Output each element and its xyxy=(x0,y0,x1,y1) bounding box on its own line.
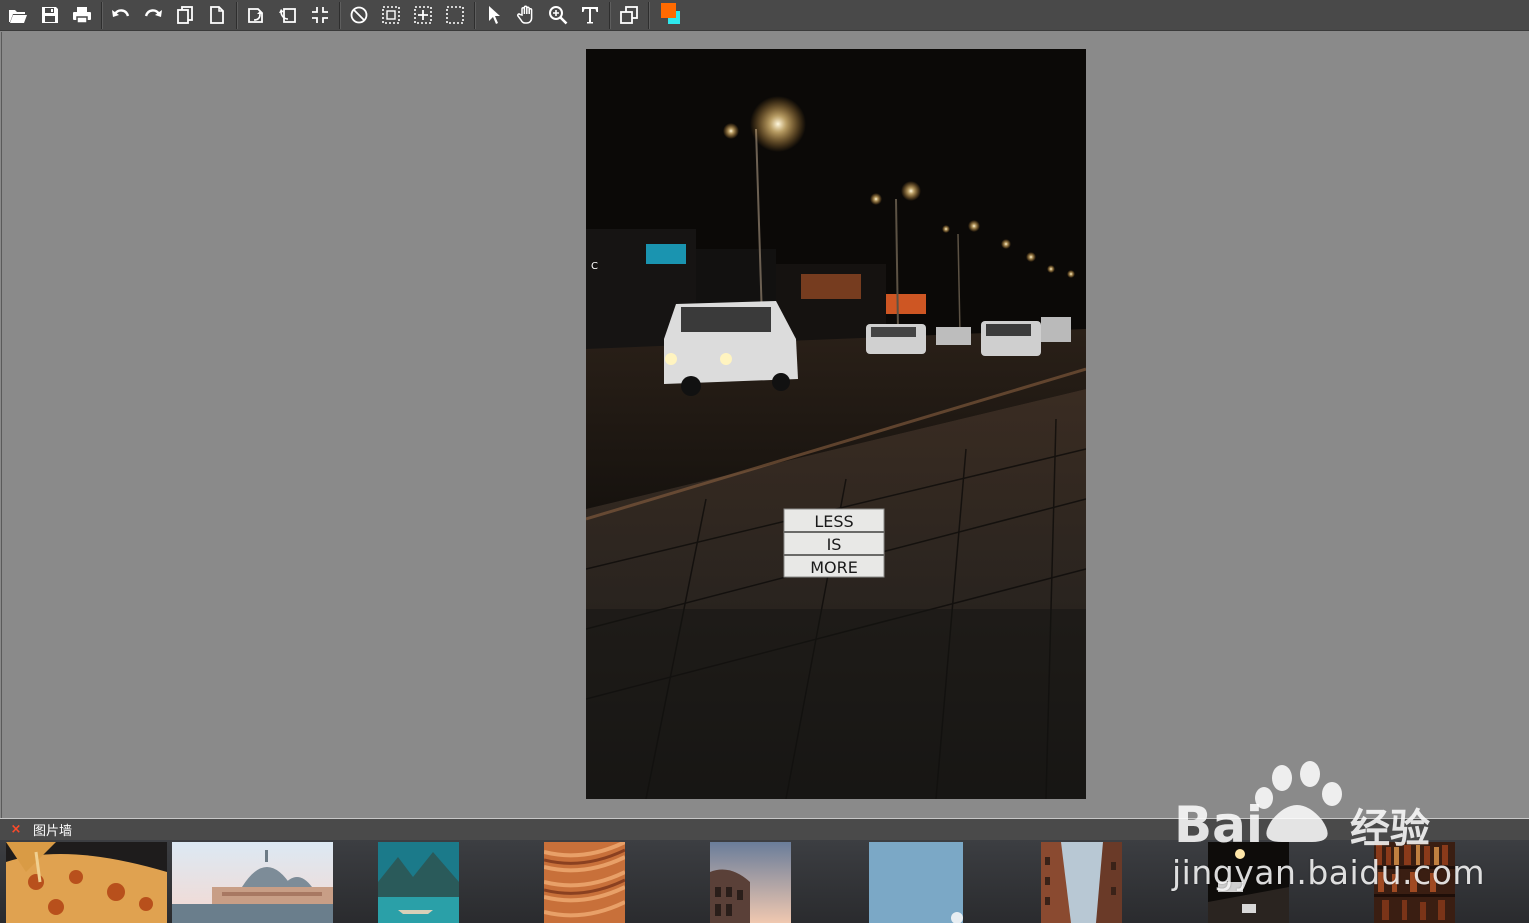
select-grow-button[interactable] xyxy=(407,1,439,29)
toolbar-separator xyxy=(101,1,102,29)
letter-board-sign: LESS IS MORE xyxy=(783,508,885,578)
city-street-thumbnail-image xyxy=(1041,842,1122,923)
open-icon xyxy=(9,10,27,23)
main-toolbar xyxy=(0,0,1529,31)
file-group xyxy=(2,0,98,31)
select-outline-button[interactable] xyxy=(439,1,471,29)
fit-button[interactable] xyxy=(304,1,336,29)
night-street-photo: C LESS IS MORE xyxy=(586,49,1086,799)
select-rect-button[interactable] xyxy=(375,1,407,29)
rotate-left-icon xyxy=(248,8,263,23)
rotate-left-button[interactable] xyxy=(240,1,272,29)
sky-thumbnail-image xyxy=(869,842,963,923)
undo-button[interactable] xyxy=(105,1,137,29)
pointer-tool-button[interactable] xyxy=(478,1,510,29)
text-tool-button[interactable] xyxy=(574,1,606,29)
color-group xyxy=(652,0,684,31)
color-swatch[interactable] xyxy=(652,1,684,29)
gallery-title: 图片墙 xyxy=(33,824,73,839)
select-grow-icon xyxy=(414,6,432,24)
toolbar-separator xyxy=(339,1,340,29)
rotate-right-icon xyxy=(279,8,296,23)
image-canvas[interactable]: C LESS IS MORE xyxy=(1,32,1529,818)
car xyxy=(981,321,1041,356)
no-select-icon xyxy=(350,6,368,24)
sign-line-3: MORE xyxy=(810,558,858,577)
toolbar-separator xyxy=(609,1,610,29)
undo-icon xyxy=(112,9,130,17)
colosseum-thumbnail-image xyxy=(710,842,791,923)
open-button[interactable] xyxy=(2,1,34,29)
edit-group xyxy=(105,0,233,31)
layers-group xyxy=(613,0,645,31)
print-icon xyxy=(73,7,91,24)
layers-icon xyxy=(620,6,638,24)
fit-icon xyxy=(312,7,328,23)
cathedral-thumbnail-image xyxy=(172,842,333,923)
thumbnail-lake-kayak[interactable] xyxy=(378,842,459,923)
watermark-url: jingyan.baidu.com xyxy=(1172,853,1486,892)
zoom-icon xyxy=(549,6,568,25)
hand-icon xyxy=(517,5,533,24)
thumbnail-pizza[interactable] xyxy=(6,842,167,923)
toolbar-separator xyxy=(236,1,237,29)
thumbnail-colosseum[interactable] xyxy=(710,842,791,923)
rotate-right-button[interactable] xyxy=(272,1,304,29)
copy-icon xyxy=(177,6,193,24)
selection-group xyxy=(343,0,471,31)
current-photo[interactable]: C LESS IS MORE xyxy=(586,49,1086,799)
pizza-thumbnail-image xyxy=(6,842,167,923)
hand-tool-button[interactable] xyxy=(510,1,542,29)
foreground-color-swatch[interactable] xyxy=(661,3,676,18)
canyon-thumbnail-image xyxy=(544,842,625,923)
sign-line-2: IS xyxy=(827,535,842,554)
thumbnail-sky[interactable] xyxy=(869,842,963,923)
print-button[interactable] xyxy=(66,1,98,29)
close-gallery-button[interactable]: × xyxy=(9,822,23,837)
car xyxy=(866,324,926,354)
no-select-button[interactable] xyxy=(343,1,375,29)
tools-group xyxy=(478,0,606,31)
save-icon xyxy=(42,7,58,23)
save-button[interactable] xyxy=(34,1,66,29)
select-rect-icon xyxy=(382,6,400,24)
zoom-tool-button[interactable] xyxy=(542,1,574,29)
pointer-icon xyxy=(489,6,500,24)
new-page-button[interactable] xyxy=(201,1,233,29)
thumbnail-canyon-rock[interactable] xyxy=(544,842,625,923)
transform-group xyxy=(240,0,336,31)
sign-line-1: LESS xyxy=(814,512,853,531)
toolbar-separator xyxy=(648,1,649,29)
lake-thumbnail-image xyxy=(378,842,459,923)
toolbar-separator xyxy=(474,1,475,29)
redo-icon xyxy=(144,9,162,17)
thumbnail-city-street[interactable] xyxy=(1041,842,1122,923)
redo-button[interactable] xyxy=(137,1,169,29)
image-editor-window: C LESS IS MORE × 图片墙 Bai 经验 jingyan.baid… xyxy=(0,0,1529,923)
copy-button[interactable] xyxy=(169,1,201,29)
thumbnail-cathedral-venice[interactable] xyxy=(172,842,333,923)
shop-sign-text: C xyxy=(591,261,598,272)
text-icon xyxy=(582,7,598,24)
gallery-panel-header: × 图片墙 xyxy=(0,818,1529,840)
layers-button[interactable] xyxy=(613,1,645,29)
new-page-icon xyxy=(210,6,224,24)
select-outline-icon xyxy=(446,6,464,24)
